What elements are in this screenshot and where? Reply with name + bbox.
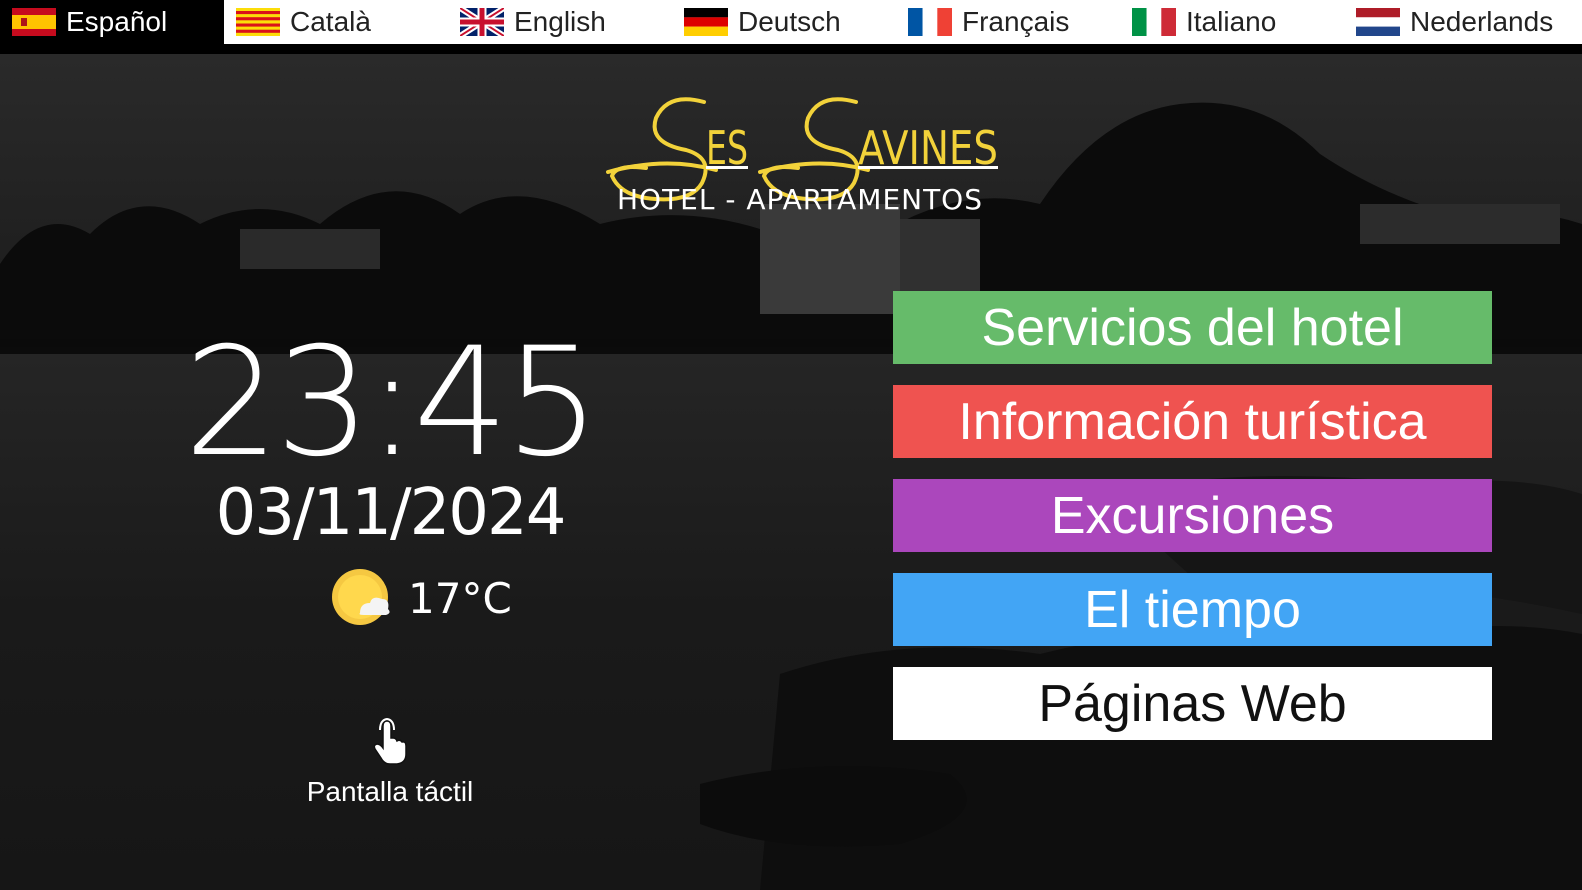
language-bar: Español Català English Deutsch Français [0,0,1582,44]
header-divider [0,44,1582,54]
weather-button[interactable]: El tiempo [893,573,1492,646]
lang-espanol[interactable]: Español [0,0,224,44]
spain-flag-icon [12,8,56,36]
clock-date: 03/11/2024 [215,476,567,550]
touch-screen-hint: Pantalla táctil [280,718,500,808]
france-flag-icon [908,8,952,36]
weather-widget[interactable]: 17°C [330,566,512,630]
tourist-info-button[interactable]: Información turística [893,385,1492,458]
lang-catala[interactable]: Català [224,0,448,44]
lang-label: Français [962,6,1070,37]
lang-label: Italiano [1186,6,1277,37]
lang-italiano[interactable]: Italiano [1120,0,1344,44]
sun-cloud-icon [330,567,392,629]
logo-subtitle: HOTEL - APARTAMENTOS [616,183,983,216]
italy-flag-icon [1132,8,1176,36]
lang-label: Nederlands [1410,6,1554,37]
lang-nederlands[interactable]: Nederlands [1344,0,1568,44]
catalonia-flag-icon [236,8,280,36]
netherlands-flag-icon [1356,8,1400,36]
touch-screen-label: Pantalla táctil [306,776,474,807]
lang-deutsch[interactable]: Deutsch [672,0,896,44]
lang-label: Català [290,6,371,37]
touch-hand-icon [280,718,500,766]
kiosk-home-screen: Español Català English Deutsch Français [0,0,1582,890]
lang-francais[interactable]: Français [896,0,1120,44]
main-menu: Servicios del hotel Información turístic… [893,291,1492,761]
weather-temperature: 17°C [408,573,512,623]
web-pages-button[interactable]: Páginas Web [893,667,1492,740]
germany-flag-icon [684,8,728,36]
hotel-services-button[interactable]: Servicios del hotel [893,291,1492,364]
lang-label: English [514,6,606,37]
lang-label: Español [66,6,168,37]
clock-time: 23:45 [183,316,600,490]
lang-english[interactable]: English [448,0,672,44]
uk-flag-icon [460,8,504,36]
excursions-button[interactable]: Excursiones [893,479,1492,552]
lang-label: Deutsch [738,6,841,37]
